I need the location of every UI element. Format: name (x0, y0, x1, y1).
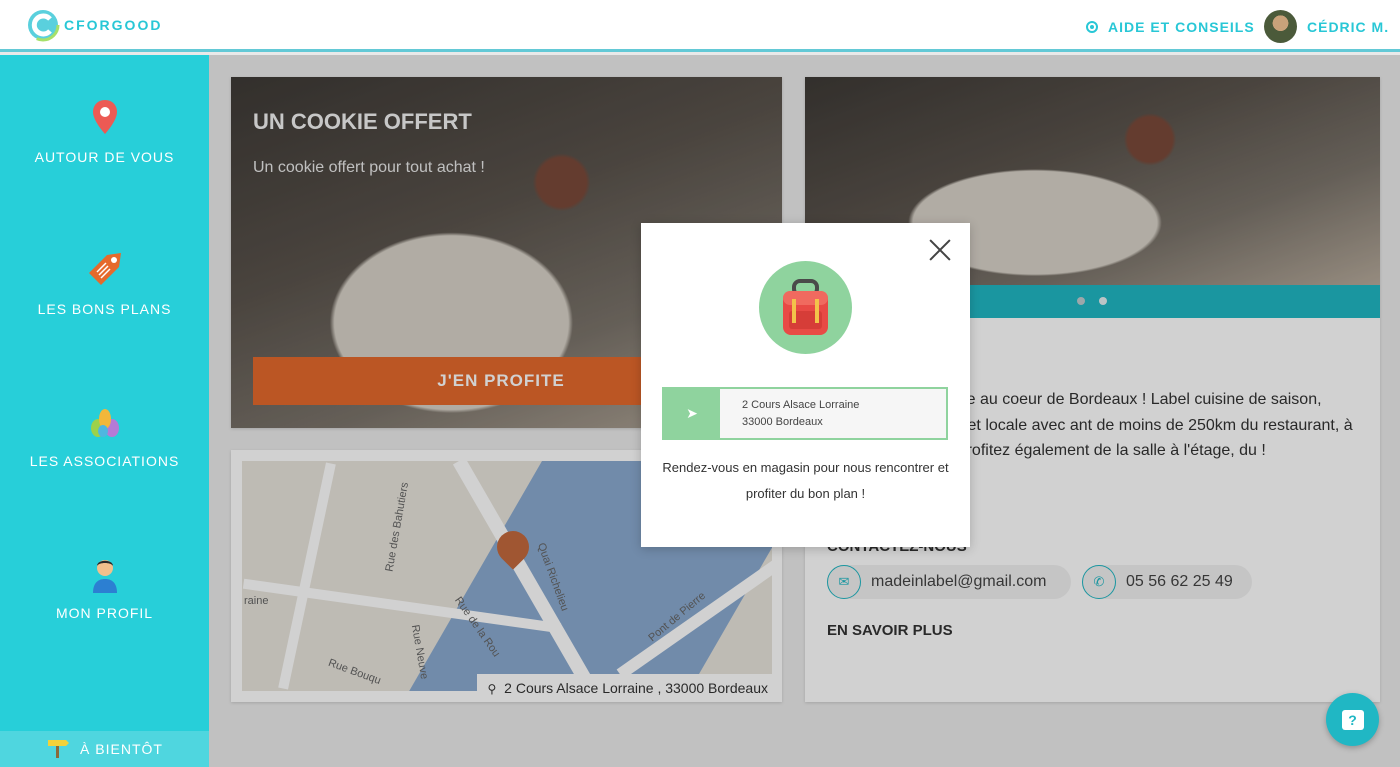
sidebar: AUTOUR DE VOUS LES BONS PLANS LES ASSOCI… (0, 55, 209, 767)
navigation-arrow-icon[interactable]: ➤ (664, 389, 720, 438)
logo[interactable]: CFORGOOD (26, 8, 162, 42)
price-tag-icon (85, 249, 125, 289)
sidebar-item-label: MON PROFIL (55, 605, 154, 621)
logo-icon (26, 8, 60, 42)
signpost-icon (46, 738, 70, 761)
help-chat-button[interactable]: ? (1326, 693, 1379, 746)
logo-text: CFORGOOD (64, 17, 163, 33)
sidebar-item-profil[interactable]: MON PROFIL (0, 553, 209, 621)
help-label: AIDE ET CONSEILS (1108, 19, 1255, 35)
top-header: CFORGOOD AIDE ET CONSEILS CÉDRIC M. (0, 0, 1400, 52)
address-modal: ➤ 2 Cours Alsace Lorraine 33000 Bordeaux… (641, 223, 970, 547)
avatar[interactable] (1264, 10, 1297, 43)
sidebar-item-label: LES ASSOCIATIONS (29, 453, 180, 469)
sidebar-item-autour[interactable]: AUTOUR DE VOUS (0, 97, 209, 165)
address-line-1: 2 Cours Alsace Lorraine (742, 399, 860, 411)
address-box[interactable]: ➤ 2 Cours Alsace Lorraine 33000 Bordeaux (662, 387, 948, 440)
hands-icon (85, 401, 125, 441)
sidebar-item-label: LES BONS PLANS (37, 301, 172, 317)
sidebar-footer[interactable]: À BIENTÔT (0, 731, 209, 767)
target-icon (1086, 21, 1098, 33)
address-line-2: 33000 Bordeaux (742, 416, 823, 428)
modal-message: Rendez-vous en magasin pour nous rencont… (662, 460, 949, 501)
close-icon[interactable] (927, 237, 953, 263)
location-pin-icon (85, 97, 125, 137)
sidebar-item-label: AUTOUR DE VOUS (34, 149, 175, 165)
address-lines: 2 Cours Alsace Lorraine 33000 Bordeaux (720, 389, 859, 438)
backpack-icon (759, 261, 852, 354)
sidebar-item-associations[interactable]: LES ASSOCIATIONS (0, 401, 209, 469)
sidebar-item-bons-plans[interactable]: LES BONS PLANS (0, 249, 209, 317)
user-name[interactable]: CÉDRIC M. (1307, 19, 1389, 35)
help-link[interactable]: AIDE ET CONSEILS (1086, 19, 1255, 35)
question-bubble-icon: ? (1341, 709, 1364, 730)
sidebar-footer-label: À BIENTÔT (80, 741, 163, 757)
user-icon (85, 553, 125, 593)
